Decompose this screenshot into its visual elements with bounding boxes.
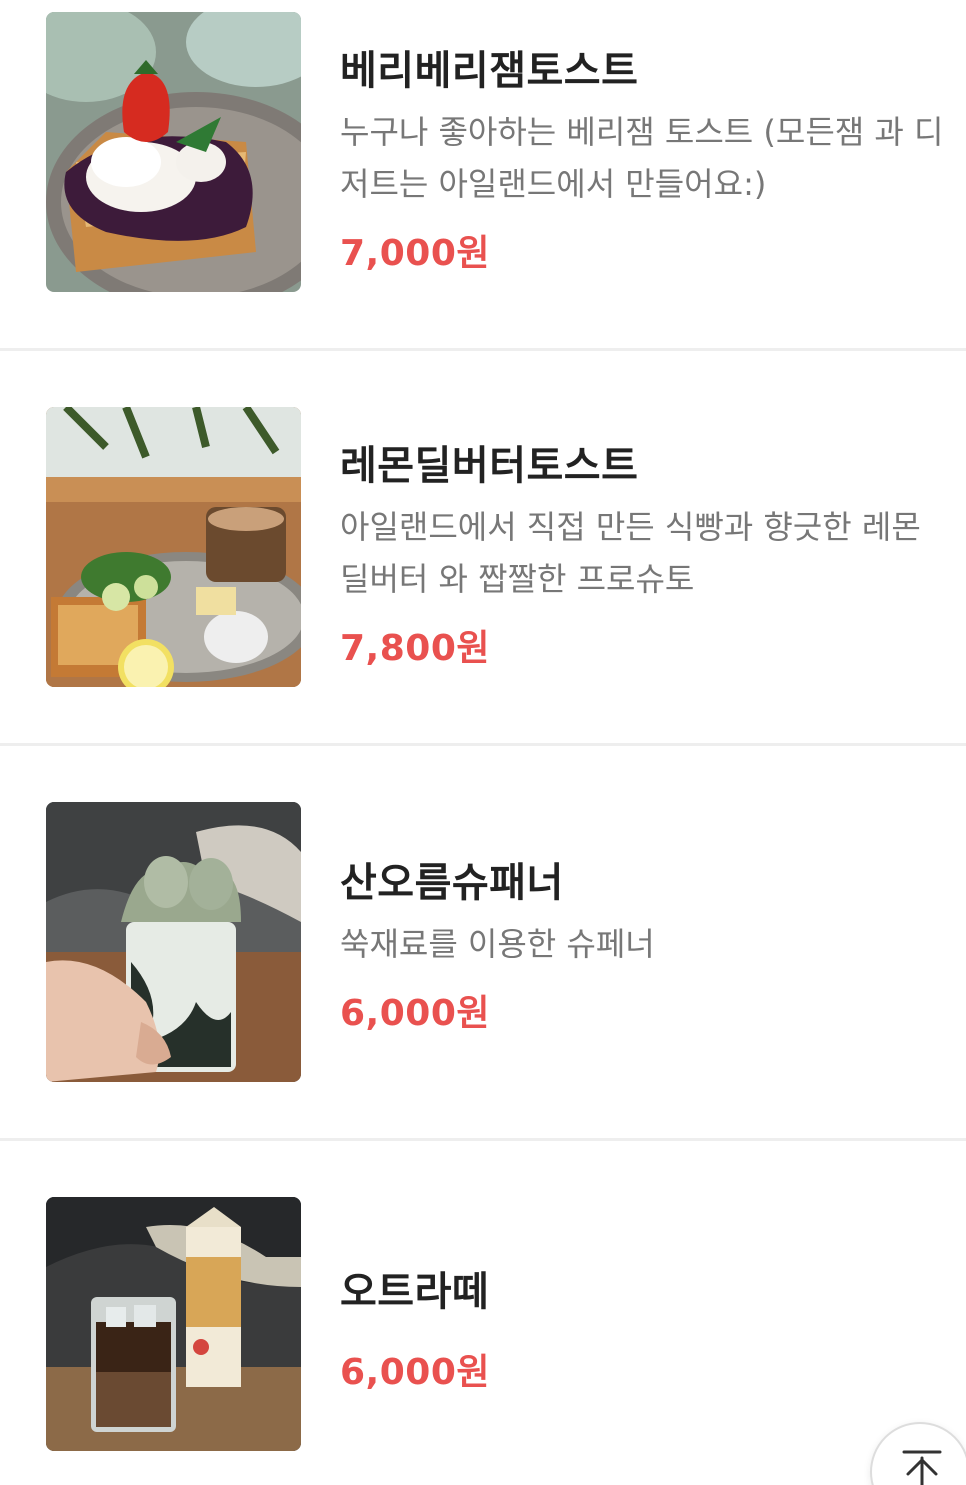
oat-latte-photo[interactable] [46,1197,301,1451]
menu-item-price: 7,000원 [340,233,490,274]
oat-latte-image [46,1197,301,1451]
mugwort-einspanner-photo[interactable] [46,802,301,1082]
berry-jam-toast-image [46,12,301,292]
berry-jam-toast-photo[interactable] [46,12,301,292]
menu-item-price: 6,000원 [340,993,490,1034]
menu-item-price: 6,000원 [340,1352,490,1393]
menu-list: 베리베리잼토스트 누구나 좋아하는 베리잼 토스트 (모든잼 과 디저트는 아일… [0,0,966,1485]
menu-item-info: 오트라떼 6,000원 [340,1259,946,1395]
arrow-up-to-top-icon [902,1450,942,1485]
menu-item-description: 아일랜드에서 직접 만든 식빵과 향긋한 레몬딜버터 와 짭짤한 프로슈토 [340,508,921,598]
lemon-dill-butter-toast-image [46,407,301,687]
menu-item-description: 누구나 좋아하는 베리잼 토스트 (모든잼 과 디저트는 아일랜드에서 만들어요… [340,113,944,203]
menu-item-name: 산오름슈패너 [340,860,564,906]
menu-item-info: 베리베리잼토스트 누구나 좋아하는 베리잼 토스트 (모든잼 과 디저트는 아일… [340,38,946,276]
menu-item-lemon-dill-butter-toast[interactable]: 레몬딜버터토스트 아일랜드에서 직접 만든 식빵과 향긋한 레몬딜버터 와 짭짤… [0,351,966,746]
menu-item-oat-latte[interactable]: 오트라떼 6,000원 [0,1141,966,1485]
menu-item-berry-jam-toast[interactable]: 베리베리잼토스트 누구나 좋아하는 베리잼 토스트 (모든잼 과 디저트는 아일… [0,0,966,351]
menu-item-name: 베리베리잼토스트 [340,48,639,94]
menu-item-mugwort-einspanner[interactable]: 산오름슈패너 쑥재료를 이용한 슈페너 6,000원 [0,746,966,1141]
menu-item-info: 레몬딜버터토스트 아일랜드에서 직접 만든 식빵과 향긋한 레몬딜버터 와 짭짤… [340,433,946,671]
menu-item-price: 7,800원 [340,628,490,669]
lemon-dill-butter-toast-photo[interactable] [46,407,301,687]
menu-item-info: 산오름슈패너 쑥재료를 이용한 슈페너 6,000원 [340,850,946,1036]
mugwort-einspanner-image [46,802,301,1082]
menu-item-name: 오트라떼 [340,1269,490,1315]
menu-item-description: 쑥재료를 이용한 슈페너 [340,925,655,963]
menu-item-name: 레몬딜버터토스트 [340,443,639,489]
